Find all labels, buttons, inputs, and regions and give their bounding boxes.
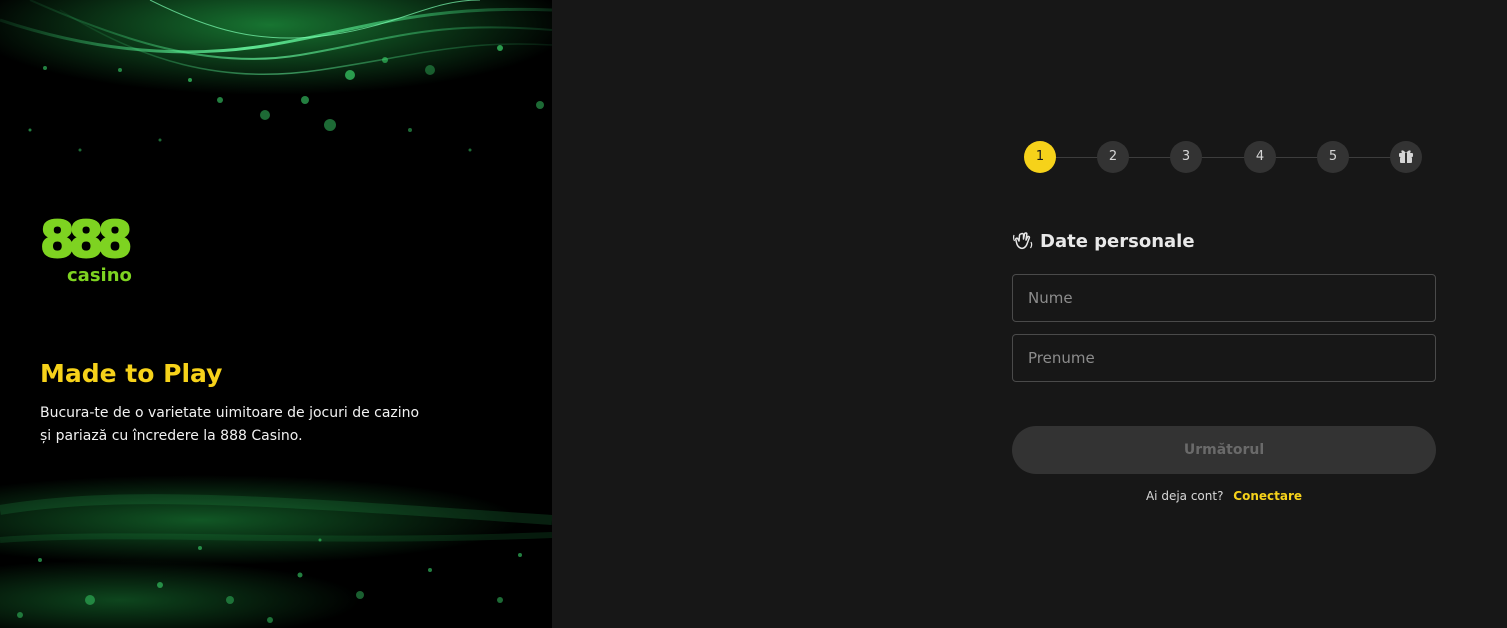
step-bonus <box>1390 141 1422 173</box>
promo-description: Bucura-te de o varietate uimitoare de jo… <box>40 402 490 448</box>
registration-form-area: 1 2 3 4 5 Date personale Nume Prenume Ur… <box>552 0 1507 628</box>
stepper-line <box>1040 157 1406 158</box>
promo-text-line-2: și pariază cu încredere la 888 Casino. <box>40 428 303 444</box>
last-name-input[interactable] <box>1012 334 1436 382</box>
registration-page: 888 casino Made to Play Bucura-te de o v… <box>0 0 1507 628</box>
registration-stepper: 1 2 3 4 5 <box>1024 141 1424 175</box>
next-button[interactable]: Următorul <box>1012 426 1436 474</box>
waving-hand-icon <box>1013 232 1033 250</box>
section-heading: Date personale <box>1012 228 1195 254</box>
brand-logo: 888 casino <box>39 211 144 292</box>
step-5: 5 <box>1317 141 1349 173</box>
green-particle-background <box>0 0 552 628</box>
promo-panel: 888 casino Made to Play Bucura-te de o v… <box>0 0 552 628</box>
promo-title: Made to Play <box>40 359 223 388</box>
promo-text-line-1: Bucura-te de o varietate uimitoare de jo… <box>40 405 420 421</box>
logo-word: casino <box>67 265 132 286</box>
login-link[interactable]: Conectare <box>1233 489 1302 503</box>
section-title: Date personale <box>1040 230 1195 252</box>
login-prompt: Ai deja cont? Conectare <box>1012 487 1436 505</box>
gift-icon <box>1399 149 1413 163</box>
have-account-text: Ai deja cont? <box>1145 489 1224 503</box>
step-3: 3 <box>1170 141 1202 173</box>
first-name-input[interactable] <box>1012 274 1436 322</box>
step-2: 2 <box>1097 141 1129 173</box>
logo-number: 888 <box>39 211 133 269</box>
step-4: 4 <box>1244 141 1276 173</box>
step-1: 1 <box>1024 141 1056 173</box>
